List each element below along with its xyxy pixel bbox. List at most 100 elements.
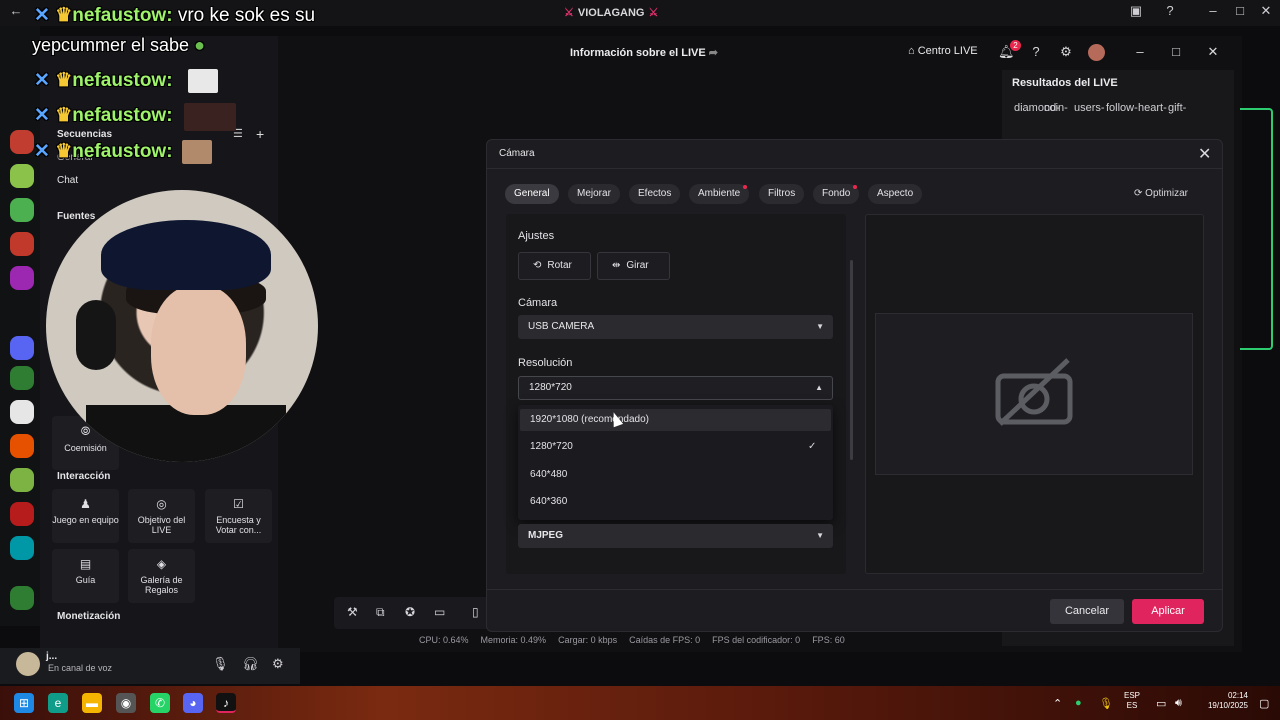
tab-general[interactable]: General	[505, 184, 559, 204]
microphone-icon[interactable]: 🎙︎	[212, 656, 229, 672]
server-icon[interactable]	[10, 434, 34, 458]
lang-top: ESP	[1124, 691, 1141, 700]
close-icon[interactable]: ✕	[1256, 3, 1276, 19]
clock[interactable]: 02:14 19/10/2025	[1198, 691, 1248, 711]
magic-wand-icon[interactable]: ⚒	[347, 605, 358, 619]
chat-text: yepcummer el sabe	[32, 35, 190, 55]
centro-live-button[interactable]: ⌂ Centro LIVE	[908, 45, 978, 57]
server-icon[interactable]	[10, 586, 34, 610]
resolution-option[interactable]: 1920*1080 (recomendado)	[520, 409, 831, 431]
chat-message: ✕ ♛nefaustow:	[34, 140, 173, 163]
server-icon[interactable]	[10, 266, 34, 290]
apply-button[interactable]: Aplicar	[1132, 599, 1204, 624]
chat-user: nefaustow:	[72, 5, 173, 26]
server-icon[interactable]	[10, 502, 34, 526]
sequences-section[interactable]: Secuencias	[57, 129, 112, 140]
server-icon[interactable]	[10, 232, 34, 256]
windows-start-icon[interactable]: ⊞	[14, 693, 34, 713]
folder-icon[interactable]	[10, 336, 34, 360]
app-icon[interactable]: ◉	[116, 693, 136, 713]
microphone-icon[interactable]: 🎙︎	[1099, 697, 1113, 710]
chat-item[interactable]: Chat	[57, 175, 78, 186]
memory-stat: Memoria: 0.49%	[480, 635, 547, 645]
server-icon[interactable]	[10, 400, 34, 424]
volume-icon[interactable]: 🔊︎	[1175, 697, 1182, 710]
screen-icon[interactable]: ▣	[1126, 3, 1146, 19]
profile-avatar[interactable]	[1088, 44, 1105, 61]
minimize-icon[interactable]: –	[1203, 3, 1223, 18]
close-icon[interactable]: ✕	[1198, 144, 1211, 164]
server-icon[interactable]	[10, 468, 34, 492]
scrollbar[interactable]	[850, 260, 853, 460]
network-icon[interactable]: ▭	[1156, 697, 1166, 710]
crown-icon: ♛	[55, 105, 73, 126]
tab-fondo[interactable]: Fondo	[813, 184, 860, 204]
tab-label: Aspecto	[877, 188, 914, 199]
notification-icon[interactable]: ▢	[1259, 697, 1269, 710]
live-goal-tile[interactable]: ◎ Objetivo del LIVE	[128, 489, 195, 543]
server-icon[interactable]	[10, 536, 34, 560]
chat-message: ✕ ♛nefaustow:	[34, 69, 173, 92]
server-icon[interactable]	[10, 130, 34, 154]
camera-select[interactable]: USB CAMERA ▼	[518, 315, 833, 339]
folder-icon[interactable]: ▬	[82, 693, 102, 713]
layout-icon[interactable]: ⧉	[376, 605, 385, 620]
cancel-button[interactable]: Cancelar	[1050, 599, 1124, 624]
encoder-fps-stat: FPS del codificador: 0	[712, 635, 801, 645]
live-info-title[interactable]: Información sobre el LIVE ➦	[570, 46, 718, 59]
close-icon[interactable]: ✕	[1205, 44, 1221, 60]
maximize-icon[interactable]: □	[1168, 44, 1184, 60]
add-icon[interactable]: +	[256, 126, 264, 142]
tiktok-icon[interactable]: ♪	[216, 693, 236, 713]
tab-label: Efectos	[638, 188, 672, 199]
server-icon[interactable]	[10, 164, 34, 188]
tab-aspecto[interactable]: Aspecto	[868, 184, 923, 204]
optimize-icon: ⟳	[1134, 188, 1143, 199]
follow-stat-icon: follow-	[1106, 102, 1138, 114]
tab-filtros[interactable]: Filtros	[759, 184, 805, 204]
resolution-option[interactable]: 640*360	[520, 491, 831, 513]
language-indicator[interactable]: ESP ES	[1124, 691, 1140, 711]
headphones-icon[interactable]: 🎧︎	[242, 656, 259, 672]
resolution-option[interactable]: 1280*720	[520, 436, 831, 458]
tab-ambiente[interactable]: Ambiente	[689, 184, 750, 204]
tab-mejorar[interactable]: Mejorar	[568, 184, 620, 204]
guide-tile[interactable]: ▤ Guía	[52, 549, 119, 603]
effects-icon[interactable]: ✪	[405, 605, 415, 619]
divider	[487, 168, 1222, 169]
x-icon: ✕	[34, 70, 50, 91]
screen-icon[interactable]: ▭	[434, 605, 445, 619]
gear-icon[interactable]: ⚙	[1058, 44, 1074, 60]
chat-text: vro ke sok es su	[177, 5, 316, 26]
server-icon[interactable]	[10, 366, 34, 390]
crown-icon: ♛	[55, 141, 73, 162]
minimize-icon[interactable]: –	[1132, 44, 1148, 60]
poll-tile[interactable]: ☑ Encuesta y Votar con...	[205, 489, 272, 543]
team-game-tile[interactable]: ♟ Juego en equipo	[52, 489, 119, 543]
app-tray-icon[interactable]: ●	[1075, 697, 1082, 709]
discord-icon[interactable]: ◕	[183, 693, 203, 713]
resolution-option[interactable]: 640*480	[520, 464, 831, 486]
format-select[interactable]: MJPEG ▼	[518, 524, 833, 548]
users-stat-icon: users-	[1074, 102, 1105, 114]
checkmark-icon: ✓	[808, 441, 817, 452]
resolution-select[interactable]: 1280*720 ▲	[518, 376, 833, 400]
edge-icon[interactable]: e	[48, 693, 68, 713]
live-results-title: Resultados del LIVE	[1012, 77, 1118, 89]
maximize-icon[interactable]: □	[1230, 3, 1250, 18]
help-circle-icon[interactable]: ?	[1028, 44, 1044, 60]
phone-icon[interactable]: ▯	[472, 605, 479, 619]
help-icon[interactable]: ?	[1160, 3, 1180, 18]
share-icon[interactable]: ➦	[709, 47, 718, 59]
optimize-button[interactable]: ⟳ Optimizar	[1134, 188, 1188, 199]
avatar[interactable]	[16, 652, 40, 676]
tab-efectos[interactable]: Efectos	[629, 184, 681, 204]
chevron-up-icon[interactable]: ⌃	[1053, 697, 1062, 710]
back-arrow-icon[interactable]: ←	[6, 3, 26, 18]
flip-button[interactable]: ⇹ Girar	[597, 252, 670, 280]
whatsapp-icon[interactable]: ✆	[150, 693, 170, 713]
gift-gallery-tile[interactable]: ◈ Galería de Regalos	[128, 549, 195, 603]
server-icon[interactable]	[10, 198, 34, 222]
rotate-button[interactable]: ⟲ Rotar	[518, 252, 591, 280]
gear-icon[interactable]: ⚙	[272, 656, 284, 672]
